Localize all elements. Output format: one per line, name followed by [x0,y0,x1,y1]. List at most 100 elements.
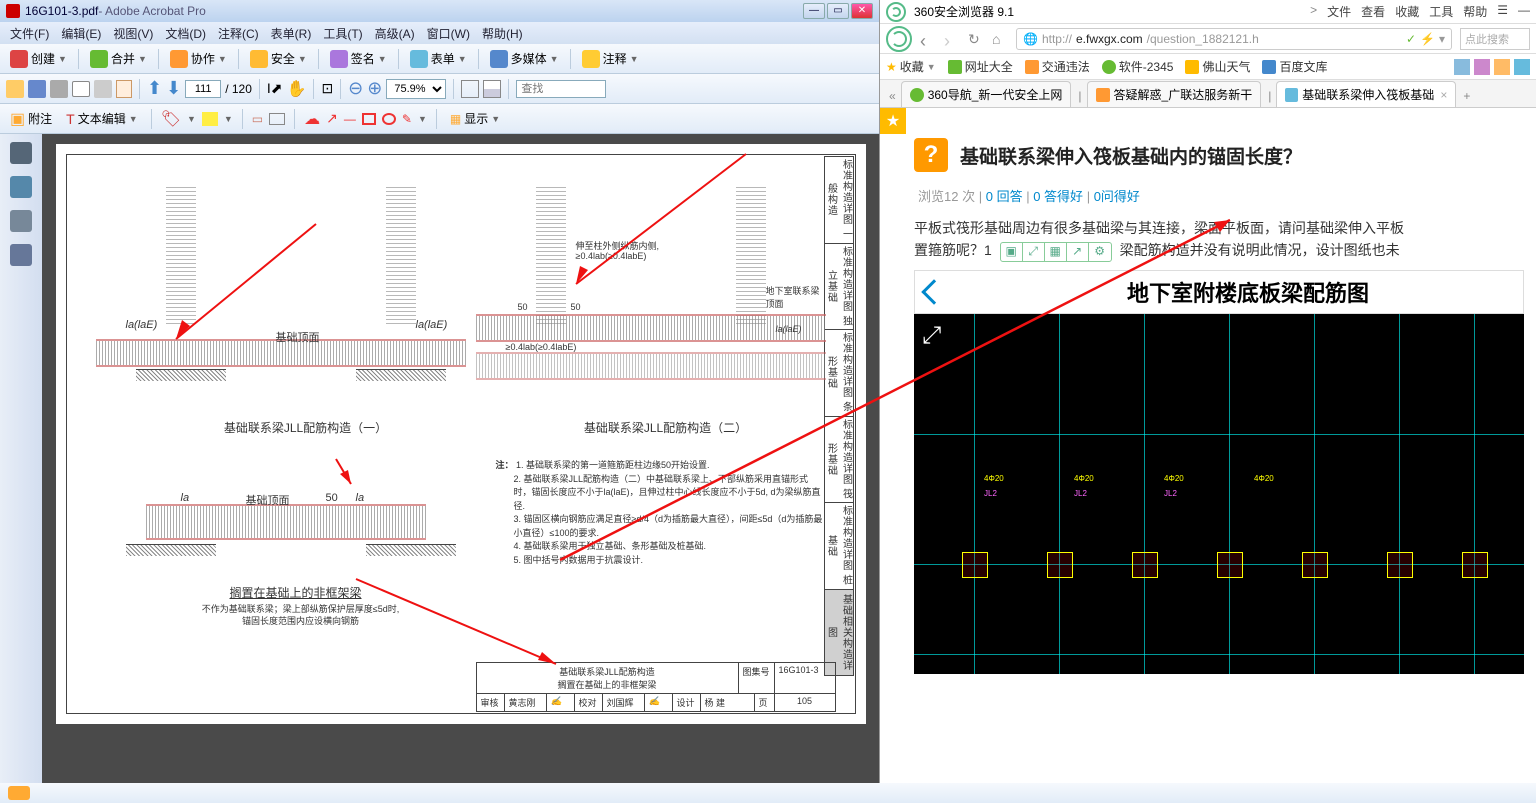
bookmarks-panel-icon[interactable] [10,176,32,198]
signatures-panel-icon[interactable] [10,244,32,266]
close-button[interactable]: ✕ [851,3,873,19]
browser-tab[interactable]: 答疑解惑_广联达服务新干 [1087,81,1262,107]
stats-answers[interactable]: 0 回答 [986,189,1023,204]
maximize-button[interactable]: ▭ [827,3,849,19]
arrow-icon[interactable]: ↗ [326,110,338,127]
print-icon[interactable] [50,80,68,98]
home-icon[interactable]: ⌂ [992,31,1008,47]
forward-icon[interactable]: › [944,31,960,47]
callout-icon[interactable]: ▭ [252,112,263,126]
page-input[interactable] [185,80,221,98]
ext-icon[interactable] [1514,59,1530,75]
360-shield-icon[interactable] [886,26,912,52]
pages-panel-icon[interactable] [10,142,32,164]
tab-close-icon[interactable]: × [1440,88,1447,102]
ext-icon[interactable] [1474,59,1490,75]
pdf-viewport[interactable]: 标准构造详图 一般构造 标准构造详图 独立基础 标准构造详图 条形基础 标准构造… [42,134,879,803]
menu-advanced[interactable]: 高级(A) [369,23,421,44]
oval-icon[interactable] [382,113,396,125]
menu-edit[interactable]: 编辑(E) [55,23,107,44]
sticky-note-button[interactable]: ▣附注 [6,107,56,131]
back-icon[interactable]: ‹ [920,31,936,47]
tool-copy-icon[interactable]: ▣ [1001,243,1023,261]
scan-icon[interactable] [94,80,112,98]
stamp-icon[interactable]: 🏷 [161,109,181,129]
menu-tools[interactable]: 工具(T) [317,23,368,44]
hand-tool-icon[interactable]: ✋ [287,79,307,99]
comment-button[interactable]: 注释▼ [578,48,643,70]
cad-drawing[interactable]: 4Φ20 4Φ20 4Φ20 4Φ20 JL2 JL2 JL2 [914,314,1524,674]
browser-tab-active[interactable]: 基础联系梁伸入筏板基础× [1276,81,1456,107]
ext-icon[interactable] [1454,59,1470,75]
browser-content[interactable]: ★ ? 基础联系梁伸入筏板基础内的锚固长度？ 浏览12 次 | 0 回答 | 0… [880,108,1536,803]
select-tool-icon[interactable]: I⬈ [267,80,283,97]
marquee-zoom-icon[interactable]: ⊡ [321,80,333,97]
create-button[interactable]: 创建▼ [6,48,71,70]
fav-item[interactable]: 百度文库 [1262,58,1327,75]
fullscreen-icon[interactable] [922,322,956,356]
stats-good[interactable]: 0 答得好 [1033,189,1083,204]
br-menu-more-icon[interactable]: ☰ [1497,3,1508,20]
br-menu-help[interactable]: 帮助 [1463,3,1487,20]
tool-gear-icon[interactable]: ⚙ [1089,243,1111,261]
text-edit-button[interactable]: T文本编辑▼ [62,108,142,129]
open-icon[interactable] [6,80,24,98]
menu-forms[interactable]: 表单(R) [265,23,318,44]
tab-scroll-left[interactable]: « [884,85,901,107]
address-bar[interactable]: 🌐 http://e.fwxgx.com/question_1882121.h … [1016,28,1452,50]
secure-button[interactable]: 安全▼ [246,48,311,70]
reload-icon[interactable]: ↻ [968,31,984,47]
safe-icon[interactable]: ✓ [1406,32,1416,46]
menu-help[interactable]: 帮助(H) [476,23,529,44]
image-back-icon[interactable] [921,279,946,304]
menu-document[interactable]: 文档(D) [159,23,212,44]
br-menu-tools[interactable]: 工具 [1429,3,1453,20]
menu-comments[interactable]: 注释(C) [212,23,265,44]
inline-toolbar[interactable]: ▣ ⤢ ▦ ↗ ⚙ [1000,242,1112,262]
search-box[interactable]: 点此搜索 [1460,28,1530,50]
zoom-in-icon[interactable]: ⊕ [367,78,382,99]
find-input[interactable] [516,80,606,98]
rect-icon[interactable] [362,113,376,125]
page-icon[interactable] [116,80,132,98]
forms-button[interactable]: 表单▼ [406,48,471,70]
pencil-icon[interactable]: ✎ [402,112,412,126]
br-menu-view[interactable]: 查看 [1361,3,1385,20]
tab-new-icon[interactable]: + [1458,85,1475,107]
tool-grid-icon[interactable]: ▦ [1045,243,1067,261]
ext-icon[interactable] [1494,59,1510,75]
show-button[interactable]: ▦显示▼ [446,108,504,129]
br-menu-file[interactable]: 文件 [1327,3,1351,20]
zoom-select[interactable]: 75.9% [386,79,446,99]
fit-width-icon[interactable] [483,80,501,98]
stats-ask[interactable]: 0问得好 [1094,189,1140,204]
fav-item[interactable]: 佛山天气 [1185,58,1250,75]
browser-tab[interactable]: 360导航_新一代安全上网 [901,81,1072,107]
cloud-icon[interactable]: ☁ [304,109,320,129]
compat-icon[interactable]: ⚡ [1420,32,1435,46]
email-icon[interactable] [72,81,90,97]
prev-page-icon[interactable]: ⬆ [147,78,162,99]
minimize-button[interactable]: — [803,3,825,19]
fav-item[interactable]: 网址大全 [948,58,1013,75]
fav-button[interactable]: ★收藏▼ [886,58,936,75]
sidebar-star-icon[interactable]: ★ [880,108,906,134]
menu-file[interactable]: 文件(F) [4,23,55,44]
next-page-icon[interactable]: ⬇ [166,78,181,99]
menu-window[interactable]: 窗口(W) [421,23,476,44]
tool-expand-icon[interactable]: ⤢ [1023,243,1045,261]
combine-button[interactable]: 合并▼ [86,48,151,70]
collab-button[interactable]: 协作▼ [166,48,231,70]
attachments-panel-icon[interactable] [10,210,32,232]
multimedia-button[interactable]: 多媒体▼ [486,48,563,70]
fav-item[interactable]: 软件-2345 [1102,58,1174,75]
menu-view[interactable]: 视图(V) [107,23,159,44]
highlight-icon[interactable] [202,112,218,126]
fav-item[interactable]: 交通违法 [1025,58,1090,75]
save-icon[interactable] [28,80,46,98]
comment-panel-icon[interactable] [8,786,30,800]
line-icon[interactable]: — [344,112,356,126]
zoom-out-icon[interactable]: ⊖ [348,78,363,99]
textbox-icon[interactable] [269,113,285,125]
tool-share-icon[interactable]: ↗ [1067,243,1089,261]
